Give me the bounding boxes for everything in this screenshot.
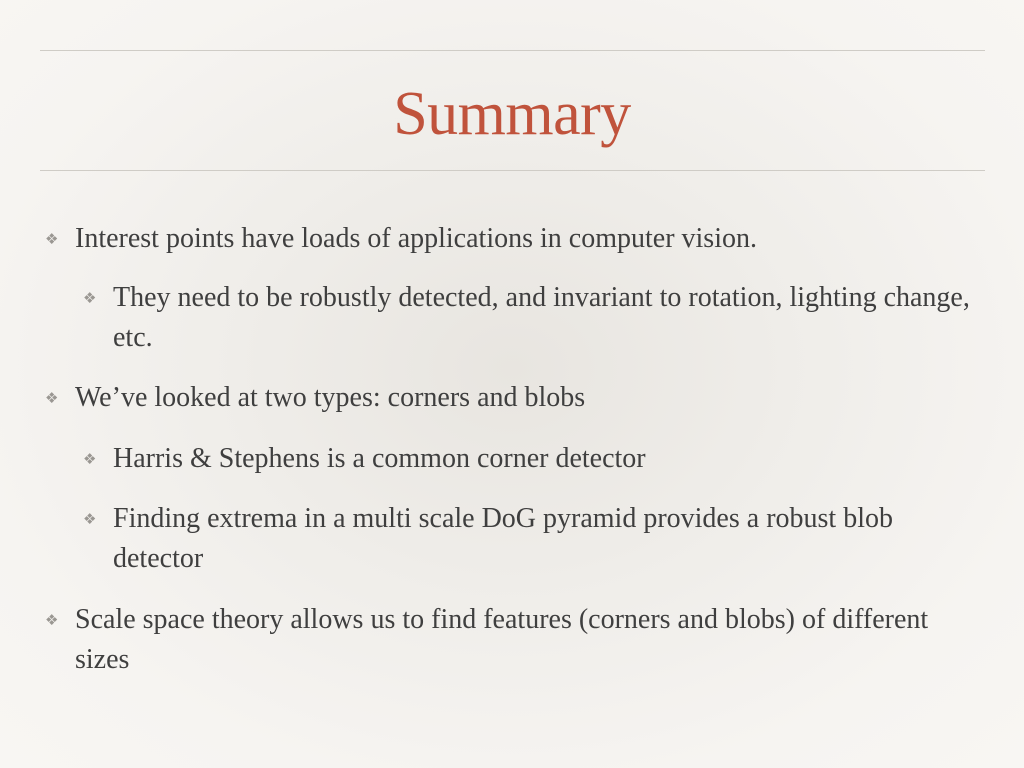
bullet-item-harris-stephens: ❖ Harris & Stephens is a common corner d…	[83, 439, 973, 479]
bullet-item-applications: ❖ Interest points have loads of applicat…	[45, 219, 985, 259]
bullet-icon: ❖	[83, 510, 97, 528]
bullet-text: Interest points have loads of applicatio…	[75, 223, 757, 254]
bullet-text: Finding extrema in a multi scale DoG pyr…	[113, 503, 893, 574]
bullet-text: They need to be robustly detected, and i…	[113, 282, 970, 353]
bullet-icon: ❖	[45, 611, 59, 629]
bullet-icon: ❖	[45, 230, 59, 248]
bullet-text: Scale space theory allows us to find fea…	[75, 604, 929, 675]
bullet-icon: ❖	[45, 389, 59, 407]
bullet-item-scale-space: ❖ Scale space theory allows us to find f…	[45, 600, 985, 680]
bullet-text: Harris & Stephens is a common corner det…	[113, 443, 646, 474]
bullet-item-dog-pyramid: ❖ Finding extrema in a multi scale DoG p…	[83, 499, 973, 579]
bullet-item-two-types: ❖ We’ve looked at two types: corners and…	[45, 378, 985, 418]
bullet-text: We’ve looked at two types: corners and b…	[75, 382, 586, 413]
bullet-icon: ❖	[83, 289, 97, 307]
bullet-item-robust-detection: ❖ They need to be robustly detected, and…	[83, 278, 973, 358]
bullet-list: ❖ Interest points have loads of applicat…	[0, 0, 1024, 768]
bullet-icon: ❖	[83, 450, 97, 468]
